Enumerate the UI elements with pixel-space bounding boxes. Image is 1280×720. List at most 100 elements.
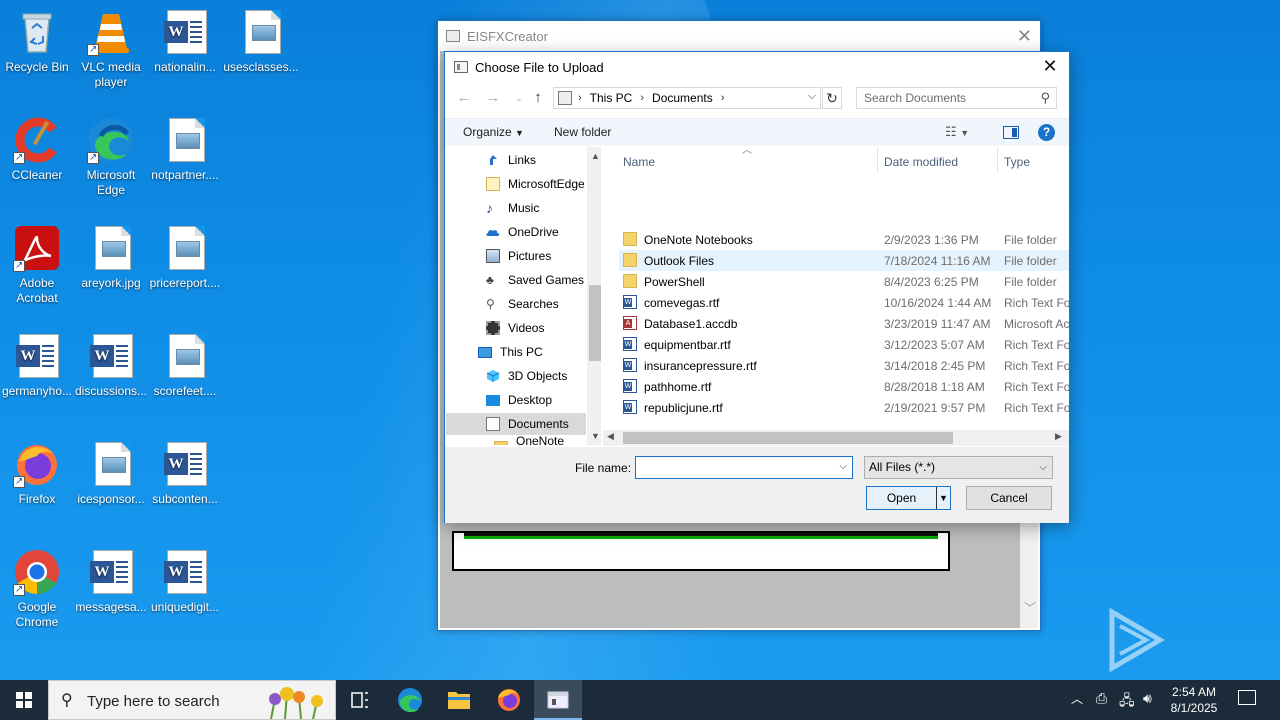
- nav-item-saved-games[interactable]: ♣ Saved Games: [446, 269, 586, 291]
- desktop-icon-adobe-acrobat[interactable]: Adobe Acrobat: [0, 224, 75, 306]
- scroll-left-icon[interactable]: ◀: [607, 431, 614, 442]
- taskbar-search-box[interactable]: ⚲: [48, 680, 336, 720]
- nav-item-documents[interactable]: Documents: [446, 413, 586, 435]
- desktop-icon-nationalin[interactable]: W nationalin...: [147, 8, 223, 75]
- desktop-icon-ccleaner[interactable]: CCleaner: [0, 116, 75, 183]
- nav-pane-scrollbar[interactable]: ▲ ▼: [587, 147, 601, 445]
- chevron-down-icon[interactable]: ⌵: [839, 461, 847, 472]
- desktop-icon-messagesa[interactable]: W messagesa...: [73, 548, 149, 615]
- desktop-icon-firefox[interactable]: Firefox: [0, 440, 75, 507]
- network-icon[interactable]: 🖧: [1119, 690, 1135, 714]
- column-header-type[interactable]: Type: [1004, 155, 1030, 169]
- nav-item-3d-objects[interactable]: 3D Objects: [446, 365, 586, 387]
- breadcrumb-separator-icon[interactable]: ›: [640, 92, 644, 104]
- desktop-icon-uniquedigit[interactable]: W uniquedigit...: [147, 548, 223, 615]
- scroll-down-icon[interactable]: ▼: [591, 431, 600, 441]
- scrollbar-thumb[interactable]: [623, 432, 953, 444]
- new-folder-button[interactable]: New folder: [554, 125, 611, 139]
- app-title-bar[interactable]: EISFXCreator: [438, 21, 1040, 51]
- file-dialog[interactable]: Choose File to Upload ✕ ← → ⌄ ↑ › This P…: [444, 51, 1070, 523]
- file-row[interactable]: OneNote Notebooks 2/9/2023 1:36 PM File …: [619, 229, 1069, 250]
- nav-item-videos[interactable]: Videos: [446, 317, 586, 339]
- volume-icon[interactable]: 🔊︎: [1143, 690, 1152, 707]
- scroll-right-icon[interactable]: ▶: [1055, 431, 1062, 442]
- desktop-icon-recycle-bin[interactable]: Recycle Bin: [0, 8, 75, 75]
- desktop-icon-discussions[interactable]: W discussions...: [73, 332, 149, 399]
- desktop-icon-google-chrome[interactable]: Google Chrome: [0, 548, 75, 630]
- recent-locations-chevron-icon[interactable]: ⌄: [509, 88, 529, 108]
- desktop-icon-pricereport[interactable]: pricereport....: [147, 224, 223, 291]
- forward-arrow-icon[interactable]: →: [483, 88, 503, 108]
- nav-item-this-pc[interactable]: This PC: [446, 341, 586, 363]
- taskbar-file-explorer[interactable]: [435, 680, 483, 720]
- file-row[interactable]: republicjune.rtf 2/19/2021 9:57 PM Rich …: [619, 397, 1069, 418]
- back-arrow-icon[interactable]: ←: [454, 88, 474, 108]
- navigation-pane[interactable]: Links MicrosoftEdge ♪ Music OneDrive Pic…: [446, 147, 601, 445]
- up-arrow-icon[interactable]: ↑: [528, 88, 548, 108]
- taskbar-eisfxcreator[interactable]: [534, 680, 582, 720]
- desktop-icon-subconten[interactable]: W subconten...: [147, 440, 223, 507]
- file-row[interactable]: PowerShell 8/4/2023 6:25 PM File folder: [619, 271, 1069, 292]
- column-header-date-modified[interactable]: Date modified: [884, 155, 958, 169]
- breadcrumb-separator-icon[interactable]: ›: [721, 92, 725, 104]
- preview-pane-icon[interactable]: [1003, 126, 1019, 139]
- chevron-down-icon[interactable]: ﹀: [1024, 599, 1036, 616]
- organize-button[interactable]: Organize ▼: [463, 125, 524, 139]
- search-box[interactable]: ⚲: [856, 87, 1057, 109]
- close-icon[interactable]: ✕: [1039, 55, 1061, 77]
- notification-center-icon[interactable]: [1238, 690, 1256, 705]
- refresh-icon[interactable]: ↻: [822, 87, 842, 109]
- file-row[interactable]: comevegas.rtf 10/16/2024 1:44 AM Rich Te…: [619, 292, 1069, 313]
- taskbar-search-input[interactable]: [87, 689, 267, 713]
- taskbar-edge[interactable]: [386, 680, 434, 720]
- desktop-icon-areyork[interactable]: areyork.jpg: [73, 224, 149, 291]
- file-row[interactable]: Database1.accdb 3/23/2019 11:47 AM Micro…: [619, 313, 1069, 334]
- desktop-icon-scorefeet[interactable]: scorefeet....: [147, 332, 223, 399]
- nav-item-microsoftedge[interactable]: MicrosoftEdge: [446, 173, 586, 195]
- column-divider[interactable]: [877, 147, 878, 173]
- nav-item-music[interactable]: ♪ Music: [446, 197, 586, 219]
- file-row[interactable]: Outlook Files 7/18/2024 11:16 AM File fo…: [619, 250, 1069, 271]
- breadcrumb-this-pc[interactable]: This PC: [590, 91, 633, 105]
- breadcrumb-separator-icon[interactable]: ›: [578, 92, 582, 104]
- desktop-icon-microsoft-edge[interactable]: Microsoft Edge: [73, 116, 149, 198]
- breadcrumb-documents[interactable]: Documents: [652, 91, 713, 105]
- chevron-down-icon[interactable]: ⌵: [1039, 457, 1047, 478]
- cancel-button[interactable]: Cancel: [966, 486, 1052, 510]
- column-header-name[interactable]: Name: [623, 155, 655, 169]
- show-hidden-icons-chevron-icon[interactable]: ︿: [1071, 690, 1083, 707]
- column-divider[interactable]: [997, 147, 998, 173]
- task-view-button[interactable]: [336, 680, 384, 720]
- file-name-input[interactable]: [636, 457, 826, 478]
- start-button[interactable]: [0, 680, 48, 720]
- dialog-title-bar[interactable]: Choose File to Upload: [445, 52, 1069, 82]
- taskbar-firefox[interactable]: [485, 680, 533, 720]
- nav-item-onedrive[interactable]: OneDrive: [446, 221, 586, 243]
- close-icon[interactable]: ✕: [1017, 26, 1032, 47]
- nav-item-pictures[interactable]: Pictures: [446, 245, 586, 267]
- file-name-combobox[interactable]: ⌵: [635, 456, 853, 479]
- file-row[interactable]: pathhome.rtf 8/28/2018 1:18 AM Rich Text…: [619, 376, 1069, 397]
- scroll-up-icon[interactable]: ▲: [591, 151, 600, 161]
- search-input[interactable]: [857, 88, 1032, 108]
- nav-item-links[interactable]: Links: [446, 149, 586, 171]
- system-clock[interactable]: 2:54 AM 8/1/2025: [1164, 684, 1224, 716]
- nav-item-desktop[interactable]: Desktop: [446, 389, 586, 411]
- address-bar[interactable]: › This PC › Documents › ⌵: [553, 87, 821, 109]
- desktop-icon-germanyho[interactable]: W germanyho...: [0, 332, 75, 399]
- desktop-icon-notpartner[interactable]: notpartner....: [147, 116, 223, 183]
- meet-now-icon[interactable]: ⎙: [1096, 690, 1107, 707]
- open-button[interactable]: Open ▼: [866, 486, 951, 510]
- nav-item-onenote-notebooks[interactable]: OneNote Not: [446, 434, 586, 445]
- desktop-icon-icesponsor[interactable]: icesponsor...: [73, 440, 149, 507]
- file-list[interactable]: ︿ Name Date modified Type OneNote Notebo…: [603, 147, 1069, 445]
- nav-item-searches[interactable]: ⚲ Searches: [446, 293, 586, 315]
- scrollbar-thumb[interactable]: [589, 285, 601, 361]
- file-type-filter-select[interactable]: All Files (*.*) ⌵: [864, 456, 1053, 479]
- help-icon[interactable]: ?: [1038, 124, 1055, 141]
- chevron-down-icon[interactable]: ⌵: [808, 90, 816, 103]
- file-row[interactable]: insurancepressure.rtf 3/14/2018 2:45 PM …: [619, 355, 1069, 376]
- desktop-icon-usesclasses[interactable]: usesclasses...: [223, 8, 299, 75]
- file-list-horizontal-scrollbar[interactable]: ◀ ▶: [603, 430, 1069, 446]
- open-options-chevron-icon[interactable]: ▼: [936, 487, 950, 509]
